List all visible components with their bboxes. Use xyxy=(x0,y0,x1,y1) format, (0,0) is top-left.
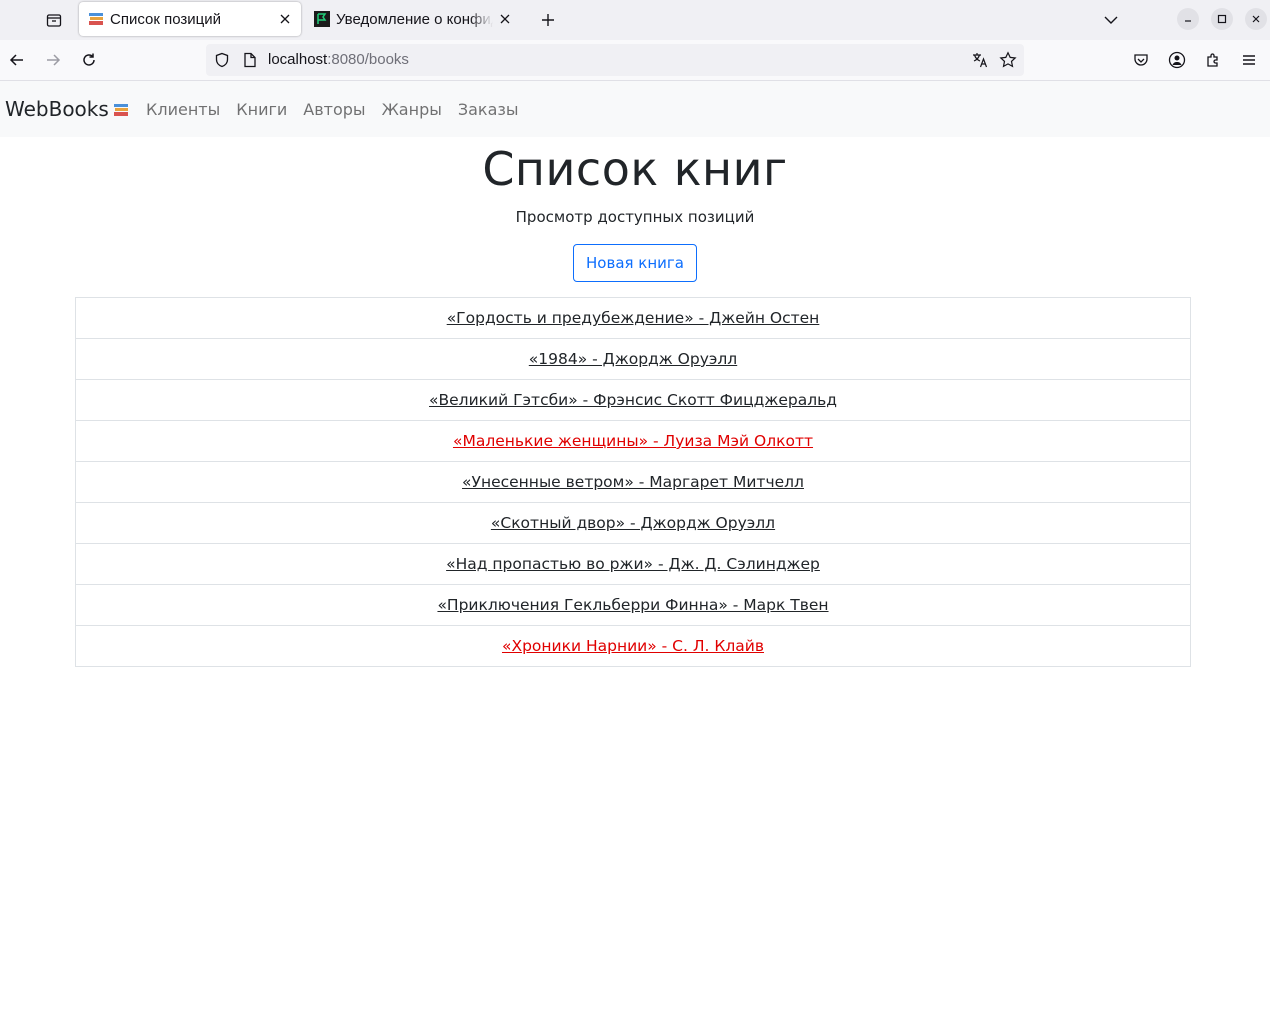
book-link[interactable]: «Хроники Нарнии» - С. Л. Клайв xyxy=(502,637,764,655)
brand-logo[interactable]: WebBooks xyxy=(5,97,129,123)
terminal-flag-icon xyxy=(314,11,330,27)
nav-links: Клиенты Книги Авторы Жанры Заказы xyxy=(138,100,527,119)
close-icon[interactable] xyxy=(273,7,297,31)
main-content: Список книг Просмотр доступных позиций Н… xyxy=(0,137,1270,282)
book-link[interactable]: «Приключения Гекльберри Финна» - Марк Тв… xyxy=(437,596,828,614)
list-item: «1984» - Джордж Оруэлл xyxy=(75,338,1191,380)
url-text: localhost:8080/books xyxy=(268,51,409,68)
nav-link-orders[interactable]: Заказы xyxy=(450,100,527,119)
nav-link-authors[interactable]: Авторы xyxy=(295,100,373,119)
close-icon[interactable] xyxy=(493,7,517,31)
book-list: «Гордость и предубеждение» - Джейн Остен… xyxy=(75,297,1191,667)
url-path: :8080/books xyxy=(327,51,409,68)
site-navbar: WebBooks Клиенты Книги Авторы Жанры Зака… xyxy=(0,81,1270,137)
book-link[interactable]: «Скотный двор» - Джордж Оруэлл xyxy=(491,514,775,532)
book-link[interactable]: «Гордость и предубеждение» - Джейн Остен xyxy=(447,309,820,327)
list-item: «Унесенные ветром» - Маргарет Митчелл xyxy=(75,461,1191,503)
nav-link-clients[interactable]: Клиенты xyxy=(138,100,228,119)
tab-title: Список позиций xyxy=(110,10,221,28)
maximize-icon[interactable] xyxy=(1211,8,1233,30)
book-link[interactable]: «1984» - Джордж Оруэлл xyxy=(529,350,737,368)
list-item: «Приключения Гекльберри Финна» - Марк Тв… xyxy=(75,584,1191,626)
new-tab-plus-icon[interactable] xyxy=(534,6,562,34)
browser-toolbar: localhost:8080/books xyxy=(0,40,1270,81)
pocket-icon[interactable] xyxy=(1126,46,1156,74)
shield-icon[interactable] xyxy=(212,50,232,70)
back-arrow-icon[interactable] xyxy=(2,46,32,74)
translate-icon[interactable] xyxy=(970,50,990,70)
brand-name: WebBooks xyxy=(5,97,109,121)
list-item: «Гордость и предубеждение» - Джейн Остен xyxy=(75,297,1191,339)
address-bar[interactable]: localhost:8080/books xyxy=(206,44,1024,76)
books-icon xyxy=(113,99,129,123)
url-host: localhost xyxy=(268,51,328,68)
list-item: «Маленькие женщины» - Луиза Мэй Олкотт xyxy=(75,420,1191,462)
page-title: Список книг xyxy=(482,142,788,196)
book-link[interactable]: «Маленькие женщины» - Луиза Мэй Олкотт xyxy=(453,432,813,450)
book-link[interactable]: «Унесенные ветром» - Маргарет Митчелл xyxy=(462,473,804,491)
book-link[interactable]: «Великий Гэтсби» - Фрэнсис Скотт Фицджер… xyxy=(429,391,837,409)
new-book-button[interactable]: Новая книга xyxy=(573,244,697,282)
browser-tab-bar: Список позиций Уведомление о конфиденциа… xyxy=(0,0,1270,40)
reload-icon[interactable] xyxy=(74,46,104,74)
extensions-icon[interactable] xyxy=(1198,46,1228,74)
page-subtitle: Просмотр доступных позиций xyxy=(515,208,755,226)
menu-hamburger-icon[interactable] xyxy=(1234,46,1264,74)
tab-privacy-notice[interactable]: Уведомление о конфиденциальности xyxy=(305,2,521,36)
list-item: «Скотный двор» - Джордж Оруэлл xyxy=(75,502,1191,544)
minimize-icon[interactable] xyxy=(1177,8,1199,30)
chevron-down-icon[interactable] xyxy=(1097,6,1125,34)
bookmark-star-icon[interactable] xyxy=(998,50,1018,70)
books-icon xyxy=(88,11,104,27)
list-item: «Великий Гэтсби» - Фрэнсис Скотт Фицджер… xyxy=(75,379,1191,421)
list-item: «Над пропастью во ржи» - Дж. Д. Сэлиндже… xyxy=(75,543,1191,585)
list-item: «Хроники Нарнии» - С. Л. Клайв xyxy=(75,625,1191,667)
book-link[interactable]: «Над пропастью во ржи» - Дж. Д. Сэлиндже… xyxy=(446,555,820,573)
account-icon[interactable] xyxy=(1162,46,1192,74)
tab-books-list[interactable]: Список позиций xyxy=(79,2,301,36)
window-close-icon[interactable] xyxy=(1245,8,1267,30)
firefox-view-icon[interactable] xyxy=(40,6,68,34)
tab-title: Уведомление о конфиденциальности xyxy=(336,10,493,28)
forward-arrow-icon[interactable] xyxy=(38,46,68,74)
nav-link-books[interactable]: Книги xyxy=(228,100,295,119)
page-info-icon[interactable] xyxy=(240,50,260,70)
nav-link-genres[interactable]: Жанры xyxy=(374,100,450,119)
